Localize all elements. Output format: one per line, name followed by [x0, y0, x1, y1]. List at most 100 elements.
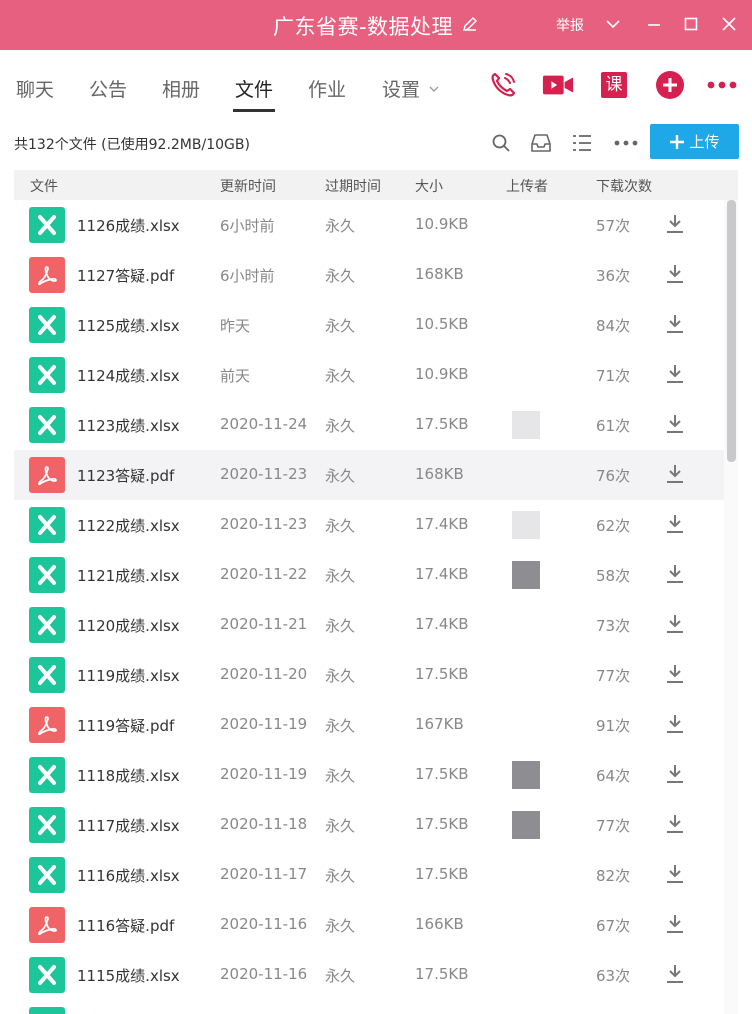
uploader-avatar[interactable]	[512, 261, 540, 289]
updated-time: 2020-11-20	[220, 665, 308, 683]
uploader-avatar[interactable]	[512, 661, 540, 689]
file-size: 166KB	[415, 915, 464, 933]
uploader-avatar[interactable]	[512, 461, 540, 489]
download-count: 63次	[596, 967, 631, 985]
table-row[interactable]: 1116成绩.xlsx 2020-11-17 永久 17.5KB 82次	[14, 850, 724, 900]
download-icon[interactable]	[664, 713, 686, 735]
table-row[interactable]	[14, 1000, 724, 1014]
more-icon[interactable]	[614, 131, 638, 155]
download-count: 67次	[596, 917, 631, 935]
table-row[interactable]: 1121成绩.xlsx 2020-11-22 永久 17.4KB 58次	[14, 550, 724, 600]
file-name: 1119答疑.pdf	[77, 717, 175, 735]
column-header-updated[interactable]: 更新时间	[220, 176, 276, 196]
chevron-down-icon[interactable]	[603, 14, 623, 34]
inbox-icon[interactable]	[529, 131, 553, 155]
uploader-avatar[interactable]	[512, 911, 540, 939]
excel-file-icon	[29, 207, 65, 243]
download-icon[interactable]	[664, 913, 686, 935]
tab-files[interactable]: 文件	[233, 75, 276, 112]
tab-chat[interactable]: 聊天	[16, 75, 54, 102]
lesson-icon[interactable]: 课	[598, 69, 630, 101]
expire-time: 永久	[325, 767, 356, 785]
uploader-avatar[interactable]	[512, 811, 540, 839]
more-icon[interactable]	[706, 69, 738, 101]
table-row[interactable]: 1126成绩.xlsx 6小时前 永久 10.9KB 57次	[14, 200, 724, 250]
table-row[interactable]: 1116答疑.pdf 2020-11-16 永久 166KB 67次	[14, 900, 724, 950]
column-header-file[interactable]: 文件	[30, 176, 58, 196]
minimize-icon[interactable]	[644, 14, 664, 34]
uploader-avatar[interactable]	[512, 961, 540, 989]
upload-button[interactable]: 上传	[650, 124, 739, 159]
download-icon[interactable]	[664, 763, 686, 785]
download-icon[interactable]	[664, 463, 686, 485]
file-size: 17.5KB	[415, 765, 469, 783]
download-icon[interactable]	[664, 513, 686, 535]
uploader-avatar[interactable]	[512, 511, 540, 539]
file-size: 10.9KB	[415, 365, 469, 383]
uploader-avatar[interactable]	[512, 361, 540, 389]
download-icon[interactable]	[664, 263, 686, 285]
report-link[interactable]: 举报	[556, 15, 584, 35]
video-icon[interactable]	[542, 69, 574, 101]
table-row[interactable]: 1125成绩.xlsx 昨天 永久 10.5KB 84次	[14, 300, 724, 350]
plus-circle-icon[interactable]	[654, 69, 686, 101]
file-name: 1127答疑.pdf	[77, 267, 175, 285]
table-row[interactable]: 1117成绩.xlsx 2020-11-18 永久 17.5KB 77次	[14, 800, 724, 850]
tab-settings[interactable]: 设置	[382, 75, 440, 102]
table-row[interactable]: 1124成绩.xlsx 前天 永久 10.9KB 71次	[14, 350, 724, 400]
uploader-avatar[interactable]	[512, 311, 540, 339]
download-icon[interactable]	[664, 663, 686, 685]
file-size: 17.5KB	[415, 865, 469, 883]
list-icon[interactable]	[570, 131, 594, 155]
excel-file-icon	[29, 407, 65, 443]
phone-icon[interactable]	[487, 69, 519, 101]
download-icon[interactable]	[664, 313, 686, 335]
expire-time: 永久	[325, 417, 356, 435]
download-icon[interactable]	[664, 413, 686, 435]
download-icon[interactable]	[664, 813, 686, 835]
table-row[interactable]: 1127答疑.pdf 6小时前 永久 168KB 36次	[14, 250, 724, 300]
table-row[interactable]: 1118成绩.xlsx 2020-11-19 永久 17.5KB 64次	[14, 750, 724, 800]
tab-homework[interactable]: 作业	[308, 75, 346, 102]
table-row[interactable]: 1123成绩.xlsx 2020-11-24 永久 17.5KB 61次	[14, 400, 724, 450]
column-header-uploader[interactable]: 上传者	[506, 176, 548, 196]
uploader-avatar[interactable]	[512, 561, 540, 589]
column-header-expires[interactable]: 过期时间	[325, 176, 381, 196]
search-icon[interactable]	[489, 131, 513, 155]
file-name: 1121成绩.xlsx	[77, 567, 180, 585]
download-icon[interactable]	[664, 213, 686, 235]
download-count: 64次	[596, 767, 631, 785]
tab-announcement[interactable]: 公告	[89, 75, 127, 102]
download-icon[interactable]	[664, 363, 686, 385]
edit-icon[interactable]	[461, 14, 479, 38]
download-icon[interactable]	[664, 863, 686, 885]
maximize-icon[interactable]	[681, 14, 701, 34]
updated-time: 2020-11-19	[220, 765, 308, 783]
updated-time: 2020-11-17	[220, 865, 308, 883]
table-row[interactable]: 1119答疑.pdf 2020-11-19 永久 167KB 91次	[14, 700, 724, 750]
table-row[interactable]: 1123答疑.pdf 2020-11-23 永久 168KB 76次	[14, 450, 724, 500]
expire-time: 永久	[325, 367, 356, 385]
column-header-size[interactable]: 大小	[415, 176, 443, 196]
download-icon[interactable]	[664, 563, 686, 585]
scrollbar-thumb[interactable]	[727, 200, 736, 462]
table-row[interactable]: 1120成绩.xlsx 2020-11-21 永久 17.4KB 73次	[14, 600, 724, 650]
tab-active-underline	[233, 109, 276, 112]
file-list: 1126成绩.xlsx 6小时前 永久 10.9KB 57次 1127答疑.pdf 6小时前…	[14, 200, 724, 1014]
plus-icon	[670, 134, 685, 149]
uploader-avatar[interactable]	[512, 211, 540, 239]
uploader-avatar[interactable]	[512, 611, 540, 639]
uploader-avatar[interactable]	[512, 861, 540, 889]
table-row[interactable]: 1122成绩.xlsx 2020-11-23 永久 17.4KB 62次	[14, 500, 724, 550]
column-header-downloads[interactable]: 下载次数	[596, 176, 652, 196]
tab-album[interactable]: 相册	[162, 75, 200, 102]
close-icon[interactable]	[719, 14, 739, 34]
uploader-avatar[interactable]	[512, 761, 540, 789]
table-row[interactable]: 1115成绩.xlsx 2020-11-16 永久 17.5KB 63次	[14, 950, 724, 1000]
table-row[interactable]: 1119成绩.xlsx 2020-11-20 永久 17.5KB 77次	[14, 650, 724, 700]
file-size: 17.4KB	[415, 515, 469, 533]
download-icon[interactable]	[664, 963, 686, 985]
uploader-avatar[interactable]	[512, 711, 540, 739]
uploader-avatar[interactable]	[512, 411, 540, 439]
download-icon[interactable]	[664, 613, 686, 635]
